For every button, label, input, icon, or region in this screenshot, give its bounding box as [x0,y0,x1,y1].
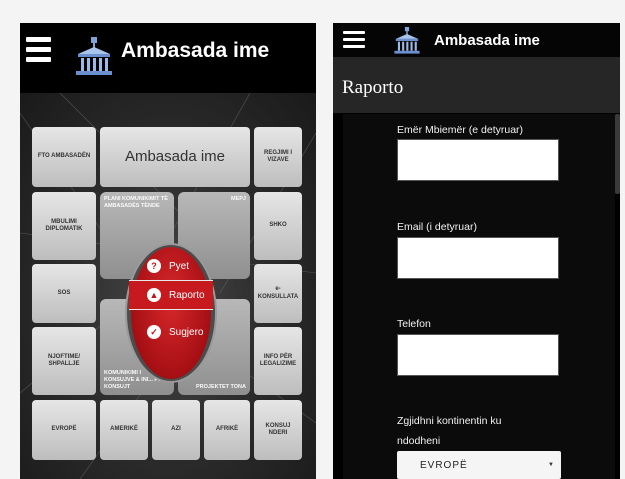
tile-afrike[interactable]: AFRIKË [204,400,250,460]
embassy-building-icon [394,27,420,54]
tile-amerike[interactable]: AMERIKË [100,400,148,460]
report-icon: ▲ [147,288,161,302]
raporto-label: Raporto [169,289,205,301]
tile-info-legalizime[interactable]: INFO PËR LEGALIZIME [254,327,302,395]
tile-evrope[interactable]: EVROPË [32,400,96,460]
tile-fto-ambasaden[interactable]: FTO AMBASADËN [32,127,96,187]
page-title: Raporto [342,77,404,98]
question-icon: ? [147,259,161,273]
embassy-building-icon [76,37,112,75]
phone-field[interactable] [397,334,559,376]
chevron-down-icon: ▼ [548,462,555,468]
name-label: Emër Mbiemër (e detyruar) [397,124,524,136]
screenshot-canvas: Ambasada ime FTO AMBASADËN Ambasada ime … [0,0,625,479]
tile-e-konsullata[interactable]: e-KONSULLATA [254,264,302,323]
tile-azi[interactable]: AZI [152,400,200,460]
pyet-label: Pyet [169,260,190,272]
sugjero-button[interactable]: ✓ Sugjero [147,315,211,349]
hamburger-menu-icon[interactable] [26,37,51,67]
continent-select[interactable]: EVROPË ▼ [397,451,561,479]
email-field[interactable] [397,237,559,279]
top-bar: Ambasada ime [333,23,620,57]
report-screen: Ambasada ime Raporto Emër Mbiemër (e det… [333,23,620,479]
app-title: Ambasada ime [121,39,270,62]
home-screen: Ambasada ime FTO AMBASADËN Ambasada ime … [20,23,316,479]
app-title: Ambasada ime [434,32,540,49]
tile-shko[interactable]: SHKO [254,192,302,260]
continent-label: Zgjidhni kontinentin ku ndodheni [397,415,502,447]
tile-mbulimi-diplomatik[interactable]: MBULIMI DIPLOMATIK [32,192,96,260]
tile-regjimi-i-vizave[interactable]: REGJIMI I VIZAVE [254,127,302,187]
scrollbar[interactable] [615,114,620,194]
checkmark-icon: ✓ [147,325,161,339]
tile-ambasada-ime[interactable]: Ambasada ime [100,127,250,187]
hamburger-menu-icon[interactable] [343,31,365,52]
tile-sos[interactable]: SOS [32,264,96,323]
sugjero-label: Sugjero [169,326,204,338]
top-bar: Ambasada ime [20,23,316,93]
tile-njoftime-shpallje[interactable]: NJOFTIME/ SHPALLJE [32,327,96,395]
name-field[interactable] [397,139,559,181]
raporto-button[interactable]: ▲ Raporto [129,280,213,310]
tile-konsuj-nderi[interactable]: KONSUJ NDERI [254,400,302,460]
email-label: Email (i detyruar) [397,221,477,233]
continent-value: EVROPË [420,459,468,471]
phone-label: Telefon [397,318,431,330]
